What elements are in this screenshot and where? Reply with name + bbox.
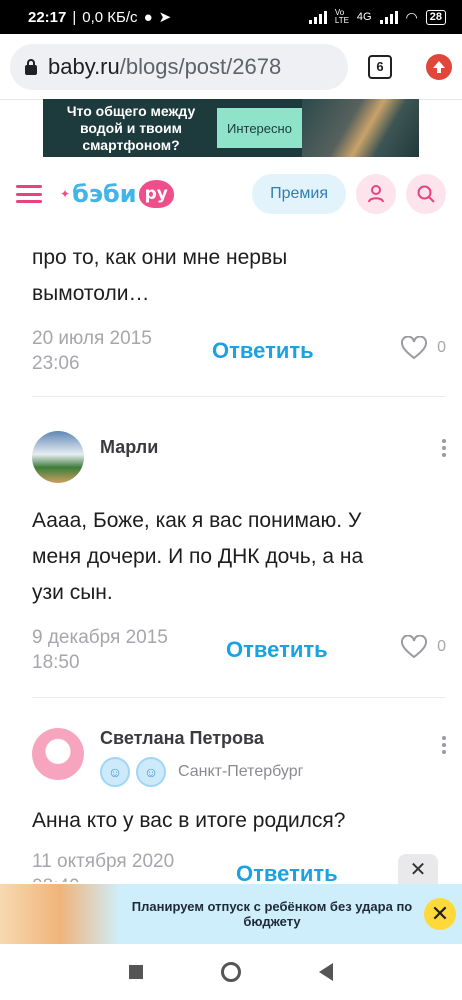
- date-line: 20 июля 2015: [32, 328, 152, 349]
- ad-image: [0, 884, 120, 944]
- bottom-ad-banner[interactable]: Планируем отпуск с ребёнком без удара по…: [0, 884, 462, 944]
- author-name[interactable]: Марли: [100, 437, 158, 458]
- chat-icon: ●: [143, 8, 153, 26]
- divider: [32, 697, 446, 698]
- child-badge-icon: ☺: [136, 757, 166, 787]
- ad-cta-button[interactable]: Интересно: [217, 108, 302, 148]
- comment-date: 11 октября 2020 08:40: [32, 849, 212, 882]
- lock-icon: [25, 58, 37, 75]
- reply-button[interactable]: Ответить: [226, 637, 328, 663]
- top-ad-banner[interactable]: Что общего между водой и твоим смартфоно…: [43, 99, 419, 157]
- author-city: Санкт-Петербург: [178, 763, 304, 780]
- logo-text: бэби: [72, 180, 137, 208]
- battery-icon: 28: [425, 9, 446, 25]
- like-count: 0: [437, 339, 446, 356]
- comment: Марли Аааа, Боже, как я вас понимаю. У м…: [0, 431, 462, 698]
- reply-button[interactable]: Ответить: [212, 338, 314, 364]
- reply-button[interactable]: Ответить: [236, 861, 338, 882]
- status-bar: 22:17 | 0,0 КБ/с ● ➤ Vo LTE 4G ◠ 28: [0, 0, 462, 34]
- network-type: 4G: [356, 11, 372, 23]
- more-options-icon[interactable]: [442, 728, 446, 754]
- site-header: ✦ бэби ру Премия: [0, 162, 462, 226]
- comment-text: Анна кто у вас в итоге родился?: [32, 809, 346, 832]
- more-options-icon[interactable]: [442, 431, 446, 457]
- ad-headline: Что общего между водой и твоим смартфоно…: [66, 102, 196, 153]
- comment-date: 9 декабря 2015 18:50: [32, 625, 212, 675]
- telegram-icon: ➤: [158, 9, 172, 26]
- time-line: 18:50: [32, 652, 80, 673]
- date-line: 11 октября 2020: [32, 851, 175, 872]
- time-line: 23:06: [32, 353, 80, 374]
- comment-text: Аааа, Боже, как я вас понимаю. У меня до…: [32, 509, 364, 604]
- signal-icon-2: [379, 10, 398, 24]
- children-badges: ☺ ☺ Санкт-Петербург: [100, 757, 303, 787]
- tab-switcher-button[interactable]: 6: [368, 54, 392, 79]
- avatar[interactable]: [32, 728, 84, 780]
- ad-headline: Планируем отпуск с ребёнком без удара по…: [131, 899, 413, 929]
- browser-toolbar: baby.ru/blogs/post/2678 6: [0, 34, 462, 100]
- comment-text: про то, как они мне нервы вымотоли…: [32, 246, 288, 305]
- volte-label: Vo LTE: [334, 8, 349, 25]
- like-count: 0: [437, 638, 446, 655]
- user-icon: [368, 185, 384, 203]
- profile-button[interactable]: [356, 174, 396, 214]
- back-button[interactable]: [319, 963, 333, 981]
- logo-suffix: ру: [138, 180, 174, 208]
- child-badge-icon: ☺: [100, 757, 130, 787]
- heart-icon: [401, 635, 428, 659]
- url-path: /blogs/post/2678: [119, 53, 282, 79]
- site-logo[interactable]: ✦ бэби ру: [60, 180, 174, 208]
- like-button[interactable]: 0: [401, 336, 446, 360]
- update-icon[interactable]: [426, 53, 452, 80]
- like-button[interactable]: 0: [401, 635, 446, 659]
- heart-icon: [401, 336, 428, 360]
- comment: Светлана Петрова ☺ ☺ Санкт-Петербург Анн…: [0, 728, 462, 882]
- date-line: 9 декабря 2015: [32, 627, 168, 648]
- signal-icon: [308, 10, 327, 24]
- system-nav-bar: [0, 944, 462, 1000]
- premium-button[interactable]: Премия: [252, 174, 346, 214]
- url-domain: baby.ru: [48, 53, 120, 79]
- comments-list: про то, как они мне нервы вымотоли… 20 и…: [0, 232, 462, 882]
- author-name[interactable]: Светлана Петрова: [100, 728, 303, 749]
- ad-image: [301, 99, 419, 157]
- search-button[interactable]: [406, 174, 446, 214]
- comment: про то, как они мне нервы вымотоли… 20 и…: [0, 232, 462, 397]
- ad-collapse-button[interactable]: ✕: [398, 854, 438, 884]
- time-line: 08:40: [32, 874, 212, 882]
- network-speed: 0,0 КБ/с: [82, 8, 138, 26]
- wifi-icon: ◠: [405, 8, 418, 25]
- home-button[interactable]: [221, 962, 241, 982]
- close-ad-icon[interactable]: ✕: [424, 898, 456, 930]
- url-bar[interactable]: baby.ru/blogs/post/2678: [10, 43, 348, 90]
- divider: [32, 396, 446, 397]
- recents-button[interactable]: [129, 965, 143, 979]
- menu-icon[interactable]: [16, 185, 42, 203]
- comment-date: 20 июля 2015 23:06: [32, 326, 212, 376]
- avatar[interactable]: [32, 431, 84, 483]
- search-icon: [417, 185, 435, 203]
- clock: 22:17: [28, 8, 67, 26]
